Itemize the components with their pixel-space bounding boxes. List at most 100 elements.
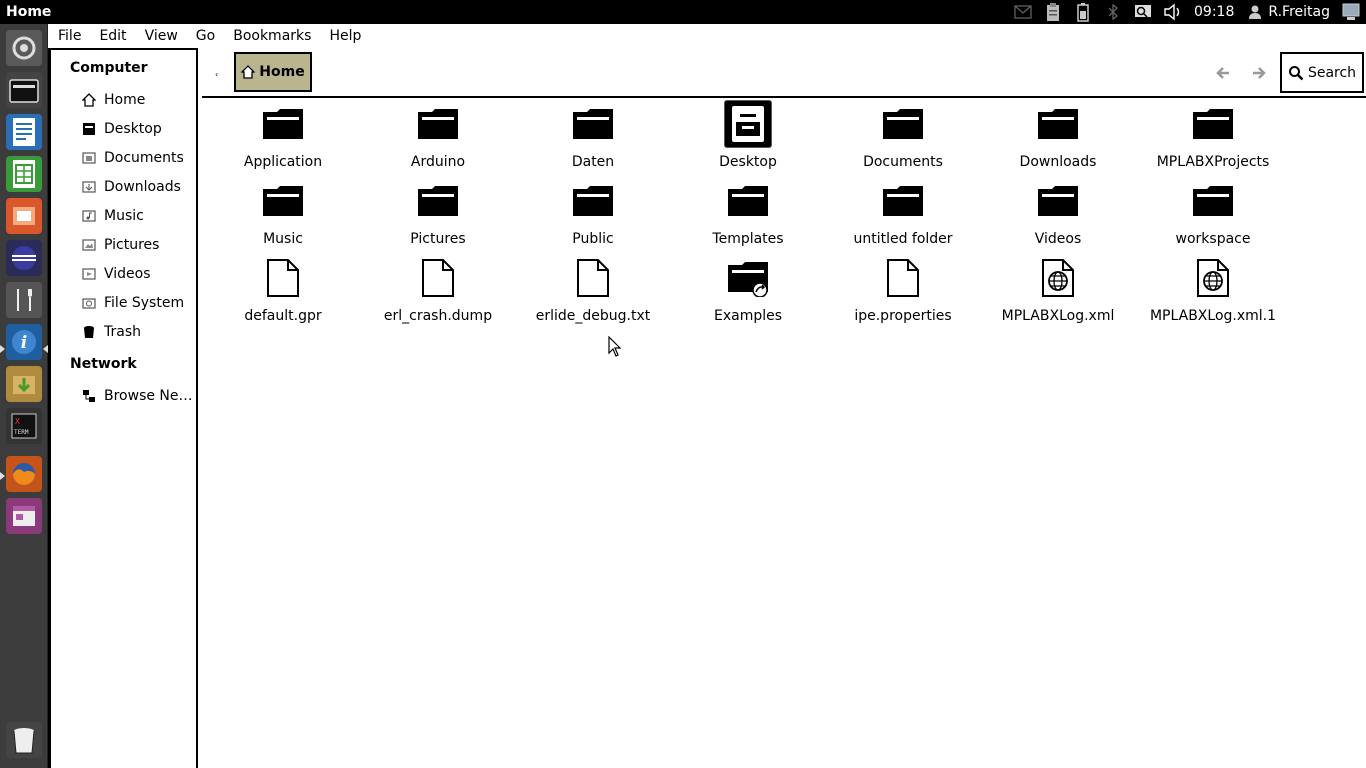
file-item-label: ipe.properties — [854, 308, 952, 324]
svg-text:X: X — [15, 417, 20, 426]
sidebar-item-documents[interactable]: Documents — [81, 147, 197, 169]
sidebar-item-browse-network[interactable]: Browse Ne… — [81, 385, 197, 407]
back-arrow-icon[interactable] — [1214, 64, 1232, 82]
places-sidebar: Computer Home Desktop Documents Download… — [48, 48, 198, 768]
sidebar-item-file-system[interactable]: File System — [81, 292, 197, 314]
file-item[interactable]: MPLABXProjects — [1138, 100, 1288, 172]
launcher: i X TERM — [0, 24, 48, 768]
sidebar-item-videos[interactable]: Videos — [81, 263, 197, 285]
content-area: ‹ Home Search Application Arduino Daten Des… — [198, 48, 1366, 768]
sidebar-item-music[interactable]: Music — [81, 205, 197, 227]
battery-icon[interactable] — [1072, 0, 1094, 24]
search-label: Search — [1307, 64, 1357, 81]
sidebar-item-label: Desktop — [104, 121, 162, 137]
file-item[interactable]: Desktop — [673, 100, 823, 172]
sidebar-item-label: Videos — [104, 266, 151, 282]
folder-icon — [1189, 100, 1237, 148]
user-icon[interactable] — [1244, 0, 1266, 24]
file-item[interactable]: Arduino — [363, 100, 513, 172]
clipboard-icon[interactable] — [1042, 0, 1064, 24]
writer-icon[interactable] — [6, 114, 42, 150]
eclipse-icon[interactable] — [6, 240, 42, 276]
mail-icon[interactable] — [1012, 0, 1034, 24]
file-item[interactable]: MPLABXLog.xml.1 — [1138, 254, 1288, 326]
file-item[interactable]: untitled folder — [828, 177, 978, 249]
file-item[interactable]: Videos — [983, 177, 1133, 249]
file-item[interactable]: Documents — [828, 100, 978, 172]
launcher-running-pip — [0, 472, 5, 480]
symlink-folder-icon — [724, 254, 772, 302]
sidebar-item-label: Pictures — [104, 237, 160, 253]
file-item[interactable]: workspace — [1138, 177, 1288, 249]
sidebar-item-label: Browse Ne… — [104, 388, 193, 404]
folder-icon — [1189, 177, 1237, 225]
firefox-icon[interactable] — [6, 456, 42, 492]
drive-icon — [81, 295, 97, 311]
menu-bookmarks[interactable]: Bookmarks — [223, 28, 319, 44]
sidebar-item-label: Downloads — [104, 179, 181, 195]
downloads-folder-icon — [81, 179, 97, 195]
window-manager-icon[interactable] — [6, 498, 42, 534]
folder-icon — [1034, 177, 1082, 225]
xml-file-icon — [1034, 254, 1082, 302]
network-icon — [81, 388, 97, 404]
info-icon[interactable]: i — [6, 324, 42, 360]
sidebar-item-label: File System — [104, 295, 185, 311]
path-scroll-left-icon[interactable]: ‹ — [215, 71, 221, 79]
forward-arrow-icon[interactable] — [1250, 64, 1268, 82]
bluetooth-icon[interactable] — [1102, 0, 1124, 24]
clock[interactable]: 09:18 — [1194, 4, 1234, 20]
mouse-pointer-icon — [608, 335, 622, 362]
file-manager-icon[interactable] — [6, 72, 42, 108]
sidebar-item-desktop[interactable]: Desktop — [81, 118, 197, 140]
file-item[interactable]: erlide_debug.txt — [518, 254, 668, 326]
dash-home-icon[interactable] — [6, 30, 42, 66]
sidebar-item-label: Home — [104, 92, 146, 108]
menu-file[interactable]: File — [48, 28, 89, 44]
menu-edit[interactable]: Edit — [89, 28, 134, 44]
trash-launcher-icon[interactable] — [6, 722, 42, 758]
settings-tools-icon[interactable] — [6, 282, 42, 318]
software-install-icon[interactable] — [6, 366, 42, 402]
file-item-label: Downloads — [1019, 154, 1097, 170]
breadcrumb-home[interactable]: Home — [234, 52, 312, 92]
search-icon — [1288, 65, 1304, 80]
file-manager-window: File Edit View Go Bookmarks Help Compute… — [48, 24, 1366, 768]
pictures-folder-icon — [81, 237, 97, 253]
file-item[interactable]: ipe.properties — [828, 254, 978, 326]
calc-icon[interactable] — [6, 156, 42, 192]
file-item[interactable]: Pictures — [363, 177, 513, 249]
file-item[interactable]: MPLABXLog.xml — [983, 254, 1133, 326]
file-item[interactable]: Templates — [673, 177, 823, 249]
file-item-label: default.gpr — [244, 308, 322, 324]
file-item[interactable]: default.gpr — [208, 254, 358, 326]
videos-folder-icon — [81, 266, 97, 282]
impress-icon[interactable] — [6, 198, 42, 234]
folder-icon — [724, 177, 772, 225]
folder-icon — [569, 177, 617, 225]
file-item[interactable]: Daten — [518, 100, 668, 172]
file-item[interactable]: erl_crash.dump — [363, 254, 513, 326]
search-button[interactable]: Search — [1280, 52, 1364, 93]
keyboard-indicator-icon[interactable] — [1132, 0, 1154, 24]
sidebar-item-trash[interactable]: Trash — [81, 321, 197, 343]
menu-view[interactable]: View — [135, 28, 186, 44]
location-toolbar: ‹ Home Search — [202, 48, 1366, 98]
menu-go[interactable]: Go — [186, 28, 223, 44]
file-item[interactable]: Public — [518, 177, 668, 249]
session-icon[interactable] — [1340, 0, 1362, 24]
sidebar-item-pictures[interactable]: Pictures — [81, 234, 197, 256]
file-item[interactable]: Examples — [673, 254, 823, 326]
svg-text:i: i — [21, 333, 27, 353]
user-name[interactable]: R.Freitag — [1268, 4, 1330, 20]
xterm-icon[interactable]: X TERM — [6, 408, 42, 444]
trash-icon — [81, 324, 97, 340]
volume-icon[interactable] — [1162, 0, 1184, 24]
sidebar-item-downloads[interactable]: Downloads — [81, 176, 197, 198]
file-item[interactable]: Application — [208, 100, 358, 172]
file-item-label: Application — [243, 154, 323, 170]
file-item[interactable]: Music — [208, 177, 358, 249]
file-item[interactable]: Downloads — [983, 100, 1133, 172]
sidebar-item-home[interactable]: Home — [81, 89, 197, 111]
menu-help[interactable]: Help — [319, 28, 369, 44]
